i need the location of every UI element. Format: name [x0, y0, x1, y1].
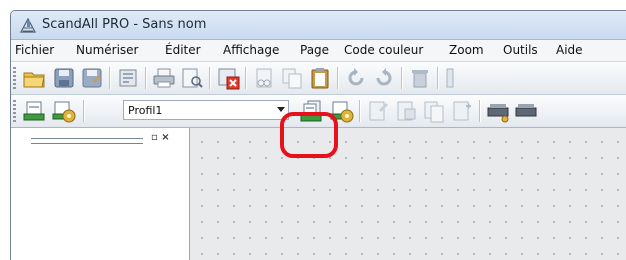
menu-code-couleur[interactable]: Code couleur [344, 43, 423, 57]
main-toolbar [11, 62, 626, 95]
menu-bar: Fichier Numériser Éditer Affichage Page … [11, 40, 626, 62]
window-title: ScandAll PRO - Sans nom [42, 17, 207, 32]
panel-grip[interactable] [31, 138, 143, 144]
toolbar-separator [83, 100, 85, 122]
rotate-left-icon[interactable] [343, 65, 369, 91]
app-icon [19, 16, 37, 34]
print-preview-icon[interactable] [179, 65, 205, 91]
toolbar-more-icon[interactable] [443, 65, 469, 91]
paste-icon[interactable] [307, 65, 333, 91]
print-icon[interactable] [151, 65, 177, 91]
menu-zoom[interactable]: Zoom [449, 43, 484, 57]
open-folder-icon[interactable] [21, 65, 47, 91]
rotate-right-icon[interactable] [371, 65, 397, 91]
panel-window-buttons[interactable]: ▫ × [151, 132, 170, 143]
profile-select-value: Profil1 [128, 104, 163, 117]
edit-doc-icon[interactable] [365, 98, 391, 124]
menu-affichage[interactable]: Affichage [223, 43, 279, 57]
toolbar-separator [479, 100, 481, 122]
delete-page-icon[interactable] [215, 65, 241, 91]
insert-page-icon[interactable] [393, 98, 419, 124]
toolbar-separator [401, 67, 403, 89]
image-work-area[interactable] [190, 128, 626, 260]
toolbar-separator [337, 67, 339, 89]
menu-aide[interactable]: Aide [556, 43, 583, 57]
menu-page[interactable]: Page [300, 43, 329, 57]
replace-page-icon[interactable] [421, 98, 447, 124]
menu-outils[interactable]: Outils [503, 43, 538, 57]
cut-icon[interactable] [251, 65, 277, 91]
profile-settings-icon[interactable] [329, 98, 355, 124]
menu-editer[interactable]: Éditer [165, 43, 201, 57]
menu-fichier[interactable]: Fichier [15, 43, 54, 57]
profile-select[interactable]: Profil1 [123, 100, 289, 120]
copy-icon[interactable] [279, 65, 305, 91]
toolbar-separator [145, 67, 147, 89]
app-window: ScandAll PRO - Sans nom Fichier Numérise… [10, 10, 626, 260]
toolbar-separator [245, 67, 247, 89]
save-icon[interactable] [51, 65, 77, 91]
scanner-alt-icon[interactable] [513, 98, 539, 124]
trash-icon[interactable] [407, 65, 433, 91]
toolbar-separator [209, 67, 211, 89]
toolbar-grip[interactable] [13, 67, 16, 89]
toolbar-separator [359, 100, 361, 122]
title-bar: ScandAll PRO - Sans nom [11, 11, 626, 40]
scan-icon[interactable] [21, 98, 47, 124]
menu-numeriser[interactable]: Numériser [76, 43, 139, 57]
chevron-down-icon[interactable] [277, 107, 285, 112]
append-page-icon[interactable] [449, 98, 475, 124]
thumbnail-panel: ▫ × [11, 128, 190, 260]
save-as-icon[interactable] [79, 65, 105, 91]
toolbar-separator [437, 67, 439, 89]
scan-toolbar: Profil1 [11, 95, 626, 128]
properties-icon[interactable] [115, 65, 141, 91]
toolbar-grip[interactable] [13, 100, 16, 122]
scanner-icon[interactable] [485, 98, 511, 124]
toolbar-separator [109, 67, 111, 89]
scan-with-profile-icon[interactable] [298, 98, 324, 124]
scan-settings-icon[interactable] [51, 98, 77, 124]
